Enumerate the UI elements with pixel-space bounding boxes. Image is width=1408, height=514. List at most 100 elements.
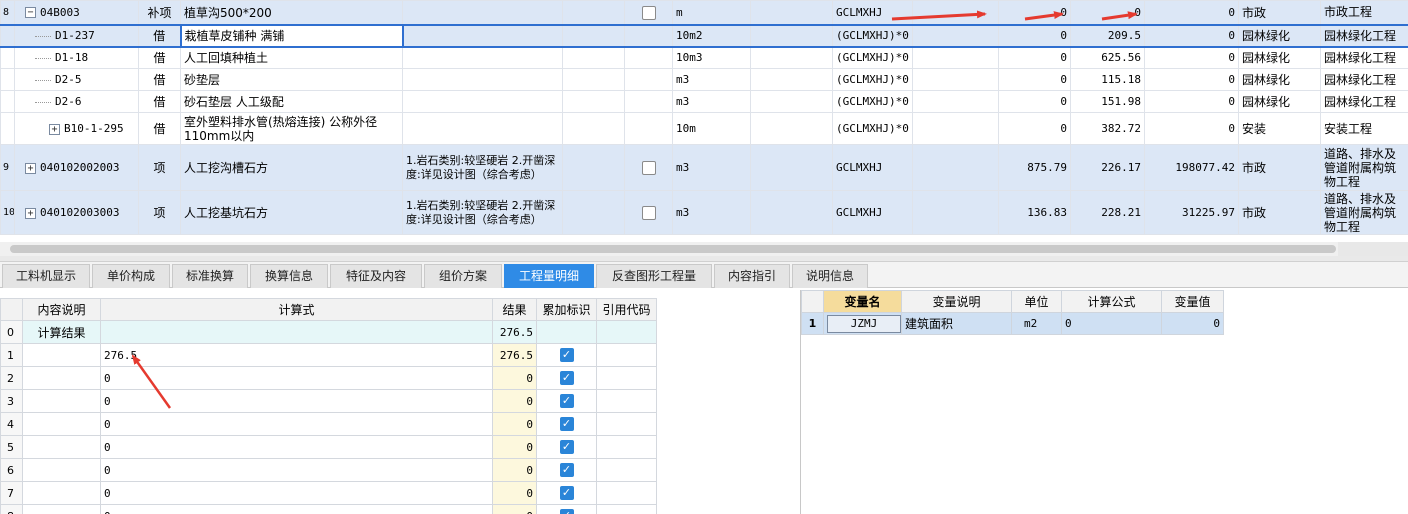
item-unit[interactable]: m3 — [672, 190, 751, 235]
item-category[interactable]: 市政工程 — [1320, 0, 1408, 25]
item-quantity[interactable]: 0 — [998, 112, 1071, 145]
item-unit[interactable]: m3 — [672, 90, 751, 113]
calc-row[interactable]: 0 计算结果 276.5 — [0, 320, 657, 344]
item-category[interactable]: 道路、排水及管道附属构筑物工程 — [1320, 144, 1408, 191]
code-cell[interactable]: +040102003003 — [14, 190, 139, 235]
accumulate-cell[interactable]: ✓ — [536, 481, 597, 505]
ref-code[interactable] — [596, 389, 657, 413]
item-quantity[interactable]: 136.83 — [998, 190, 1071, 235]
tab-notes[interactable]: 说明信息 — [792, 264, 868, 288]
tab-standard-conversion[interactable]: 标准换算 — [172, 264, 248, 288]
calc-row[interactable]: 7 0 0 ✓ — [0, 481, 657, 505]
tab-reverse-lookup[interactable]: 反查图形工程量 — [596, 264, 712, 288]
item-name[interactable]: 植草沟500*200 — [180, 0, 403, 25]
item-unit-price[interactable]: 115.18 — [1070, 68, 1145, 91]
tab-material-display[interactable]: 工料机显示 — [2, 264, 90, 288]
var-header-name[interactable]: 变量名 — [823, 290, 902, 313]
tab-content-guide[interactable]: 内容指引 — [714, 264, 790, 288]
item-name[interactable]: 砂石垫层 人工级配 — [180, 90, 403, 113]
accumulate-checkbox[interactable]: ✓ — [559, 509, 574, 514]
item-quantity[interactable]: 875.79 — [998, 144, 1071, 191]
item-category[interactable]: 园林绿化工程 — [1320, 90, 1408, 113]
item-quantity-expr[interactable]: (GCLMXHJ)*0 — [832, 90, 913, 113]
row-checkbox[interactable] — [641, 5, 656, 20]
item-quantity-expr[interactable]: (GCLMXHJ)*0 — [832, 112, 913, 145]
row-checkbox[interactable] — [641, 160, 656, 175]
variable-name[interactable]: JZMJ — [827, 314, 901, 333]
item-name[interactable]: 室外塑料排水管(热熔连接) 公称外径110mm以内 — [180, 112, 403, 145]
calc-desc[interactable] — [22, 389, 101, 413]
code-cell[interactable]: D2-5 — [14, 68, 139, 91]
code-cell[interactable]: −04B003 — [14, 0, 139, 25]
bill-row[interactable]: 10 +040102003003 项人工挖基坑石方 1.岩石类别:较坚硬岩 2.开凿深… — [0, 190, 1408, 235]
ref-code[interactable] — [596, 343, 657, 367]
code-cell[interactable]: D1-18 — [14, 46, 139, 69]
item-unit[interactable]: m3 — [672, 68, 751, 91]
item-quantity[interactable]: 0 — [998, 0, 1071, 25]
item-quantity[interactable]: 0 — [998, 23, 1071, 48]
item-major[interactable]: 市政 — [1238, 190, 1321, 235]
check-cell[interactable] — [624, 0, 673, 25]
item-major[interactable]: 市政 — [1238, 0, 1321, 25]
calc-row[interactable]: 1 276.5 276.5 ✓ — [0, 343, 657, 367]
item-quantity-expr[interactable]: GCLMXHJ — [832, 190, 913, 235]
calc-row[interactable]: 3 0 0 ✓ — [0, 389, 657, 413]
accumulate-cell[interactable]: ✓ — [536, 366, 597, 390]
calc-formula[interactable]: 0 — [100, 366, 493, 390]
item-feature[interactable] — [402, 0, 563, 25]
item-unit-price[interactable]: 226.17 — [1070, 144, 1145, 191]
scrollbar-thumb[interactable] — [10, 245, 1336, 253]
accumulate-checkbox[interactable]: ✓ — [559, 394, 574, 409]
accumulate-checkbox[interactable]: ✓ — [559, 440, 574, 455]
calc-row[interactable]: 2 0 0 ✓ — [0, 366, 657, 390]
check-cell[interactable] — [624, 90, 673, 113]
accumulate-cell[interactable]: ✓ — [536, 435, 597, 459]
variable-name-cell[interactable]: JZMJ — [823, 312, 902, 335]
item-feature[interactable] — [402, 112, 563, 145]
item-major[interactable]: 市政 — [1238, 144, 1321, 191]
code-cell[interactable]: D1-237 — [14, 23, 139, 48]
item-major[interactable]: 园林绿化 — [1238, 90, 1321, 113]
expand-icon[interactable]: + — [49, 123, 60, 135]
item-unit[interactable]: 10m3 — [672, 46, 751, 69]
item-feature[interactable] — [402, 68, 563, 91]
tab-conversion-info[interactable]: 换算信息 — [250, 264, 328, 288]
item-feature[interactable]: 1.岩石类别:较坚硬岩 2.开凿深度:详见设计图（综合考虑） — [402, 190, 563, 235]
calc-formula[interactable]: 0 — [100, 389, 493, 413]
accumulate-checkbox[interactable]: ✓ — [559, 486, 574, 501]
check-cell[interactable] — [624, 190, 673, 235]
calc-desc[interactable] — [22, 481, 101, 505]
item-major[interactable]: 安装 — [1238, 112, 1321, 145]
calc-row[interactable]: 8 00 ✓ — [0, 504, 657, 514]
expand-icon[interactable]: + — [25, 162, 36, 174]
calc-row[interactable]: 5 0 0 ✓ — [0, 435, 657, 459]
item-feature[interactable] — [402, 23, 563, 48]
item-quantity[interactable]: 0 — [998, 90, 1071, 113]
item-name[interactable]: 栽植草皮铺种 满铺 — [179, 23, 404, 48]
calc-desc[interactable] — [22, 343, 101, 367]
item-quantity-expr[interactable]: (GCLMXHJ)*0 — [832, 23, 913, 48]
calc-formula[interactable]: 276.5 — [100, 343, 493, 367]
calc-desc[interactable] — [22, 366, 101, 390]
item-category[interactable]: 安装工程 — [1320, 112, 1408, 145]
tab-unit-price[interactable]: 单价构成 — [92, 264, 170, 288]
check-cell[interactable] — [624, 112, 673, 145]
row-checkbox[interactable] — [641, 205, 656, 220]
code-cell[interactable]: D2-6 — [14, 90, 139, 113]
item-category[interactable]: 园林绿化工程 — [1320, 68, 1408, 91]
tab-features[interactable]: 特征及内容 — [330, 264, 422, 288]
check-cell[interactable] — [624, 144, 673, 191]
calc-header-desc[interactable]: 内容说明 — [22, 298, 101, 321]
bill-row[interactable]: + B10-1-295 借室外塑料排水管(热熔连接) 公称外径110mm以内 10m (… — [0, 112, 1408, 145]
tab-pricing-plan[interactable]: 组价方案 — [424, 264, 502, 288]
accumulate-checkbox[interactable]: ✓ — [559, 417, 574, 432]
calc-formula[interactable]: 0 — [100, 412, 493, 436]
code-cell[interactable]: +040102002003 — [14, 144, 139, 191]
item-unit-price[interactable]: 0 — [1070, 0, 1145, 25]
bill-row[interactable]: D1-237 借栽植草皮铺种 满铺 10m2 (GCLMXHJ)*0 0 209.5 0 园林… — [0, 23, 1408, 48]
ref-code[interactable] — [596, 412, 657, 436]
calc-desc[interactable] — [22, 435, 101, 459]
accumulate-checkbox[interactable]: ✓ — [559, 463, 574, 478]
bill-row[interactable]: 8−04B003 补项 植草沟500*200 m GCLMXHJ 0 0 0 市政 市政工程 — [0, 0, 1408, 25]
accumulate-checkbox[interactable]: ✓ — [559, 371, 574, 386]
